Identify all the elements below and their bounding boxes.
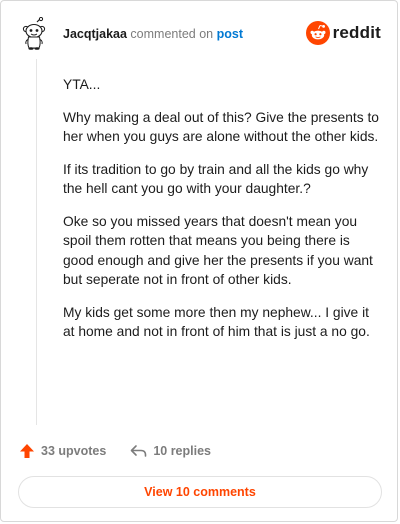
comment-card: Jacqtjakaa commented on post reddit YTA.… — [0, 0, 398, 522]
brand-wordmark: reddit — [332, 23, 381, 42]
reply-count: 10 replies — [153, 444, 211, 458]
comment-paragraph: Why making a deal out of this? Give the … — [63, 109, 379, 145]
reply-arrow-icon — [131, 445, 147, 457]
upvote-button[interactable]: 33 upvotes — [19, 443, 106, 459]
post-link[interactable]: post — [217, 27, 243, 41]
comment-actions: 33 upvotes 10 replies — [19, 443, 211, 459]
comment-paragraph: YTA... — [63, 77, 101, 92]
avatar[interactable] — [17, 16, 51, 51]
comment-body: YTA... Why making a deal out of this? Gi… — [63, 75, 381, 355]
comment-paragraph: My kids get some more then my nephew... … — [63, 304, 370, 340]
comment-paragraph: Oke so you missed years that doesn't mea… — [63, 213, 373, 288]
upvote-arrow-icon — [20, 444, 34, 458]
reddit-logo[interactable]: reddit — [305, 21, 381, 45]
reddit-snoo-icon — [305, 21, 330, 45]
username[interactable]: Jacqtjakaa — [63, 27, 127, 41]
comment-header: Jacqtjakaa commented on post — [63, 26, 243, 42]
thread-line[interactable] — [36, 59, 37, 425]
comment-paragraph: If its tradition to go by train and all … — [63, 161, 369, 197]
upvote-count: 33 upvotes — [41, 444, 107, 458]
view-comments-button[interactable]: View 10 comments — [18, 476, 382, 508]
action-text: commented on — [130, 27, 214, 41]
snoo-avatar-icon — [22, 16, 46, 50]
replies-button[interactable]: 10 replies — [130, 444, 211, 458]
